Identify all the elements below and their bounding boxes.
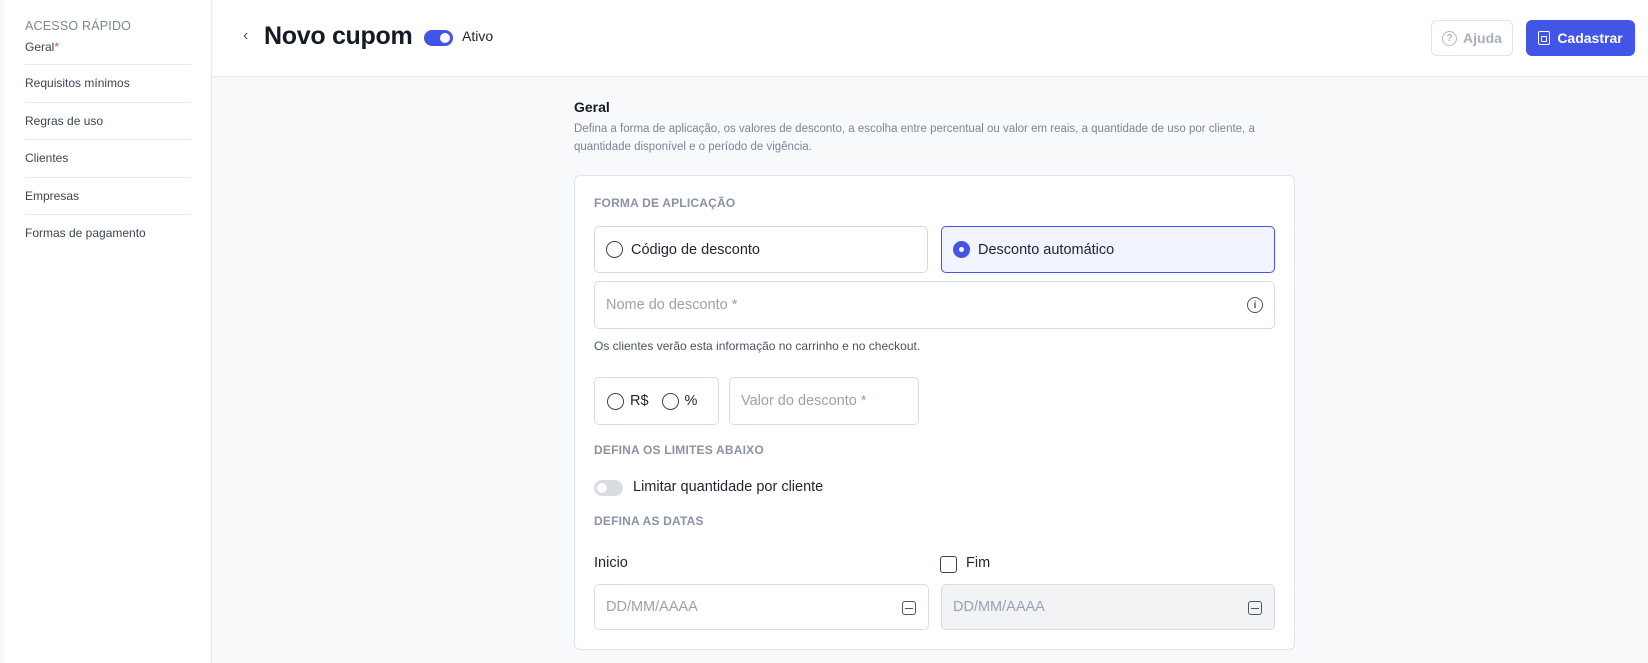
radio-icon xyxy=(607,392,624,410)
limits-label: DEFINA OS LIMITES ABAIXO xyxy=(594,443,764,457)
sidebar-item-empresas[interactable]: Empresas xyxy=(25,178,191,215)
discount-type-group: R$ % xyxy=(594,377,719,425)
option-label: Código de desconto xyxy=(631,241,760,258)
option-currency-brl[interactable]: R$ xyxy=(607,392,649,410)
section-title: Geral xyxy=(574,99,610,115)
help-button[interactable]: ? Ajuda xyxy=(1431,20,1513,56)
sidebar-item-clientes[interactable]: Clientes xyxy=(25,140,191,178)
page-title: Novo cupom xyxy=(264,22,413,50)
option-label: % xyxy=(684,393,698,409)
radio-icon xyxy=(606,241,623,258)
end-date-input: DD/MM/AAAA xyxy=(941,584,1275,630)
status-toggle[interactable] xyxy=(424,30,453,46)
limit-toggle-label: Limitar quantidade por cliente xyxy=(633,479,824,495)
sidebar: ACESSO RÁPIDO Geral* Requisitos mínimos … xyxy=(4,0,212,663)
input-placeholder: Valor do desconto * xyxy=(741,393,867,409)
radio-icon xyxy=(661,392,679,410)
sidebar-item-requisitos-minimos[interactable]: Requisitos mínimos xyxy=(25,65,191,103)
calendar-icon xyxy=(1248,601,1262,615)
sidebar-item-formas-de-pagamento[interactable]: Formas de pagamento xyxy=(25,215,191,253)
sidebar-title: ACESSO RÁPIDO xyxy=(25,19,132,33)
option-automatic-discount[interactable]: Desconto automático xyxy=(941,226,1275,273)
discount-name-input[interactable]: Nome do desconto * i xyxy=(594,281,1275,329)
help-button-label: Ajuda xyxy=(1463,30,1502,46)
limit-per-customer-toggle[interactable] xyxy=(594,480,623,496)
option-label: Desconto automático xyxy=(978,241,1115,258)
page-header: ‹ Novo cupom Ativo ? Ajuda Cadastrar xyxy=(213,0,1648,77)
save-button-label: Cadastrar xyxy=(1557,30,1623,46)
input-placeholder: DD/MM/AAAA xyxy=(606,599,698,615)
option-discount-code[interactable]: Código de desconto xyxy=(594,226,928,273)
start-date-input[interactable]: DD/MM/AAAA xyxy=(594,584,929,630)
save-icon xyxy=(1538,31,1551,45)
help-icon: ? xyxy=(1442,30,1458,46)
name-helper-text: Os clientes verão esta informação no car… xyxy=(594,339,921,353)
calendar-icon[interactable] xyxy=(902,601,916,615)
start-date-label: Inicio xyxy=(594,555,628,571)
radio-selected-icon xyxy=(953,241,970,258)
application-label: FORMA DE APLICAÇÃO xyxy=(594,196,736,210)
status-label: Ativo xyxy=(462,28,494,44)
save-button[interactable]: Cadastrar xyxy=(1526,20,1635,56)
end-date-checkbox[interactable] xyxy=(940,556,957,573)
option-currency-percent[interactable]: % xyxy=(661,392,698,410)
general-form-card: FORMA DE APLICAÇÃO Código de desconto De… xyxy=(574,175,1295,650)
chevron-left-icon[interactable]: ‹ xyxy=(243,27,248,45)
end-date-label: Fim xyxy=(966,555,991,571)
info-icon[interactable]: i xyxy=(1247,297,1263,313)
input-placeholder: Nome do desconto * xyxy=(606,297,738,313)
sidebar-item-geral[interactable]: Geral* xyxy=(25,40,191,65)
toggle-knob xyxy=(440,33,450,43)
sidebar-item-label: Geral xyxy=(25,40,55,54)
input-placeholder: DD/MM/AAAA xyxy=(953,599,1045,615)
discount-value-input[interactable]: Valor do desconto * xyxy=(729,377,919,425)
toggle-knob xyxy=(597,483,607,493)
sidebar-item-regras-de-uso[interactable]: Regras de uso xyxy=(25,103,191,140)
dates-label: DEFINA AS DATAS xyxy=(594,514,704,528)
option-label: R$ xyxy=(630,393,649,409)
section-description: Defina a forma de aplicação, os valores … xyxy=(574,123,1255,153)
required-mark: * xyxy=(54,40,60,54)
